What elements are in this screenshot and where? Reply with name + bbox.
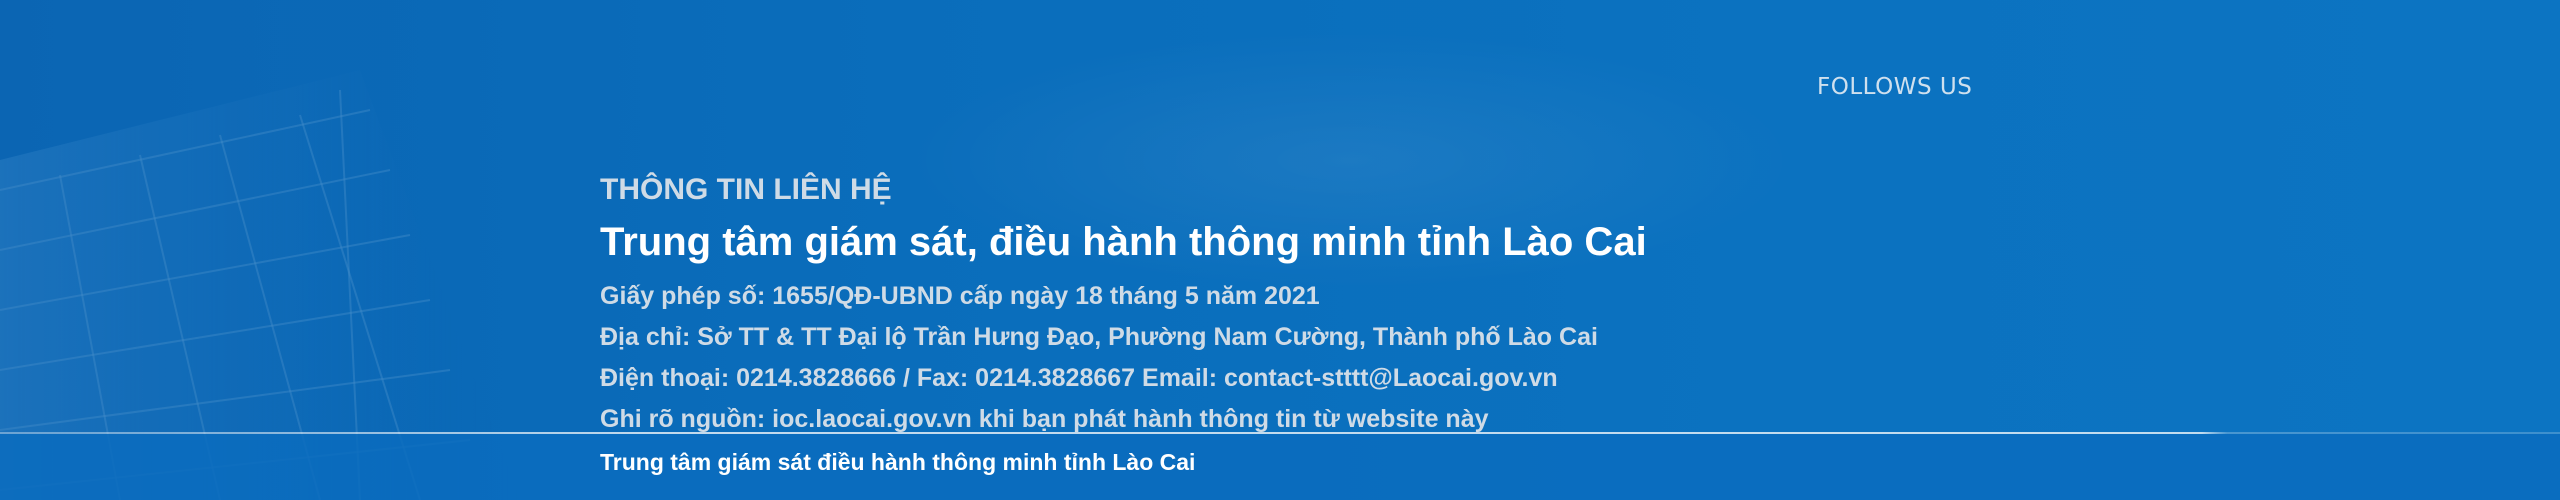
organization-name: Trung tâm giám sát, điều hành thông minh…	[600, 220, 1647, 264]
follows-us-heading: FOLLOWS US	[1817, 74, 1973, 100]
contact-info-section: THÔNG TIN LIÊN HỆ Trung tâm giám sát, đi…	[600, 170, 2100, 440]
address-info: Địa chỉ: Sở TT & TT Đại lộ Trần Hưng Đạo…	[600, 323, 1598, 351]
site-footer: FOLLOWS US THÔNG TIN LIÊN HỆ Trung tâm g…	[0, 0, 2560, 500]
copyright-text: Trung tâm giám sát điều hành thông minh …	[600, 449, 1196, 475]
building-background-image	[0, 70, 520, 500]
footer-bottom-bar	[0, 434, 2560, 500]
contact-heading: THÔNG TIN LIÊN HỆ	[600, 173, 892, 206]
phone-email-info: Điện thoại: 0214.3828666 / Fax: 0214.382…	[600, 364, 1558, 392]
license-info: Giấy phép số: 1655/QĐ-UBND cấp ngày 18 t…	[600, 282, 1320, 310]
